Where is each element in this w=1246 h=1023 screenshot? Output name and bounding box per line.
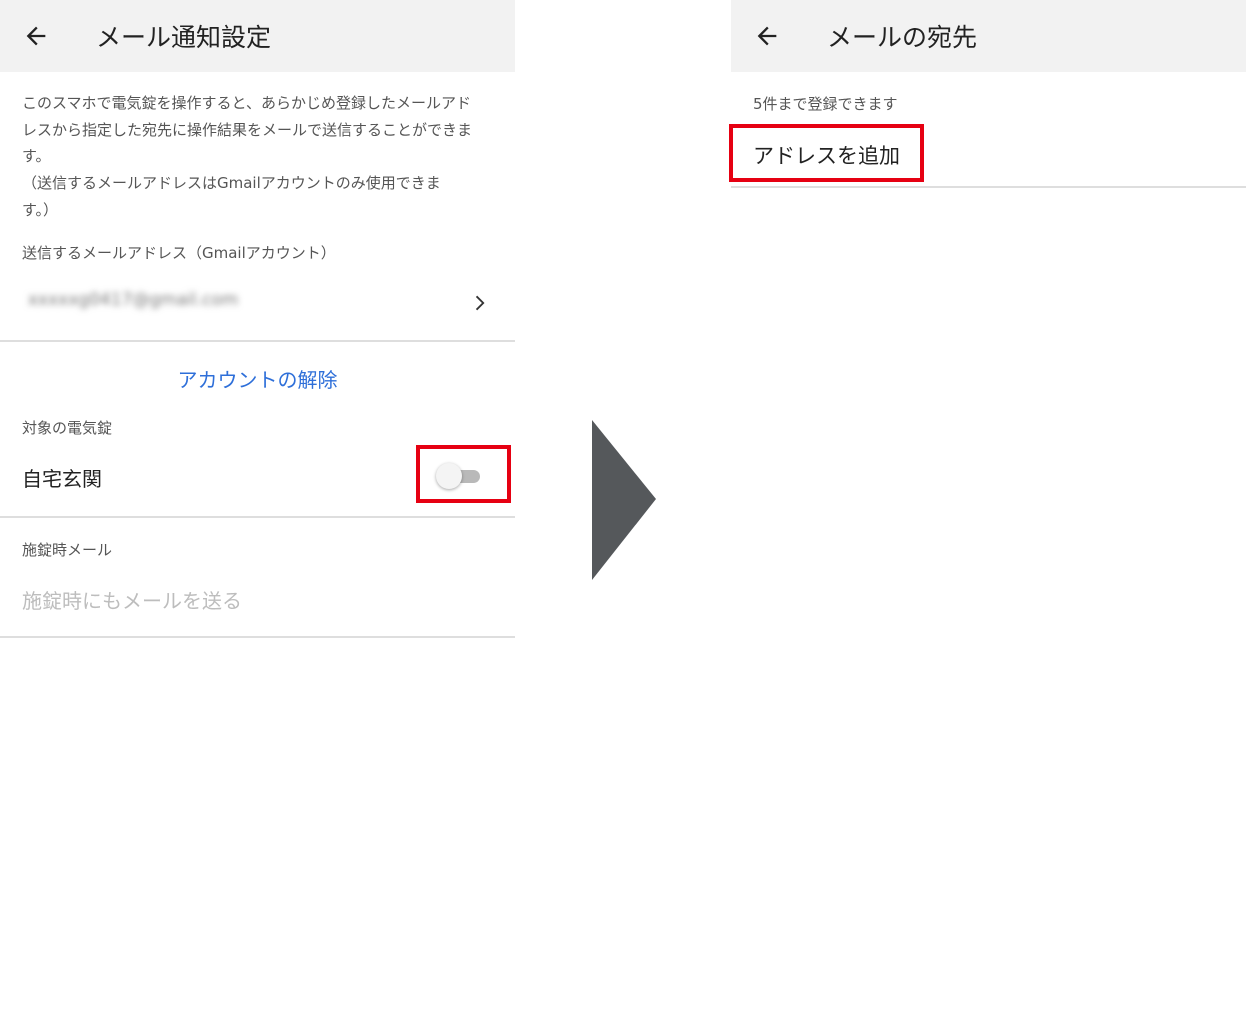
chevron-right-icon	[468, 292, 490, 314]
sender-email-value: xxxxxg0417@gmail.com	[28, 290, 239, 310]
description-line: す。）	[22, 200, 59, 219]
appbar: メール通知設定	[0, 0, 515, 72]
next-arrow-icon	[590, 420, 658, 582]
divider	[0, 636, 515, 638]
divider	[731, 186, 1246, 188]
divider	[0, 340, 515, 342]
limit-note: 5件まで登録できます	[753, 95, 898, 113]
arrow-left-icon[interactable]	[22, 22, 50, 50]
description-line: す。	[22, 147, 51, 166]
description-line: （送信するメールアドレスはGmailアカウントのみ使用できま	[22, 174, 441, 193]
lock-mail-option: 施錠時にもメールを送る	[22, 589, 242, 613]
arrow-left-icon[interactable]	[753, 22, 781, 50]
unlink-account-button[interactable]: アカウントの解除	[0, 364, 515, 393]
appbar: メールの宛先	[731, 0, 1246, 72]
page-title: メール通知設定	[96, 23, 272, 52]
target-lock-label: 対象の電気錠	[22, 419, 113, 437]
sender-section-label: 送信するメールアドレス（Gmailアカウント）	[22, 244, 336, 262]
right-screen: メールの宛先 5件まで登録できます アドレスを追加	[729, 0, 1246, 1023]
description-line: レスから指定した宛先に操作結果をメールで送信することができま	[22, 120, 473, 139]
description-line: このスマホで電気錠を操作すると、あらかじめ登録したメールアド	[22, 94, 471, 112]
page-title: メールの宛先	[827, 23, 978, 52]
sender-email-row[interactable]: xxxxxg0417@gmail.com	[0, 276, 515, 340]
left-screen: メール通知設定 このスマホで電気錠を操作すると、あらかじめ登録したメールアド レ…	[0, 0, 515, 1023]
description: このスマホで電気錠を操作すると、あらかじめ登録したメールアド レスから指定した宛…	[22, 90, 498, 224]
lock-mail-section-label: 施錠時メール	[22, 541, 113, 559]
divider	[0, 516, 515, 518]
add-address-highlight-box	[729, 124, 924, 182]
target-lock-name: 自宅玄関	[22, 467, 102, 491]
toggle-highlight-box	[416, 445, 511, 503]
